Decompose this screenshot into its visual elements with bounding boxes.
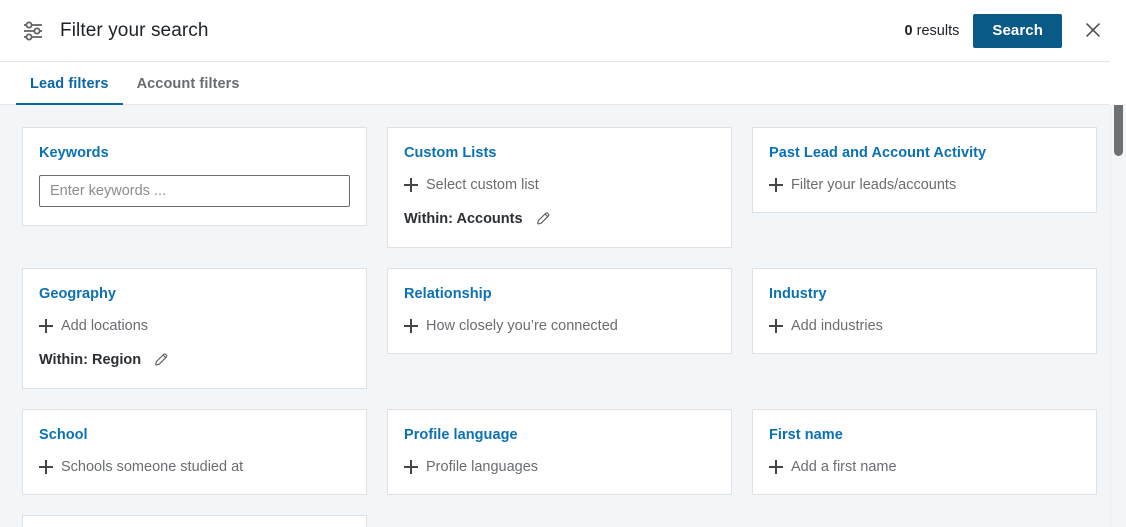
filter-action-label: Add industries: [791, 318, 883, 334]
relationship-action[interactable]: How closely you’re connected: [404, 318, 715, 334]
edit-within-button[interactable]: [151, 350, 171, 370]
results-count-label: results: [912, 23, 960, 39]
add-locations-action[interactable]: Add locations: [39, 318, 350, 334]
schools-action[interactable]: Schools someone studied at: [39, 459, 350, 475]
filter-card-title[interactable]: First name: [769, 427, 843, 443]
filter-card-past-lead-and-account-activity[interactable]: Past Lead and Account Activity Filter yo…: [752, 127, 1097, 213]
filter-tabs: Lead filters Account filters: [0, 62, 1126, 105]
filter-action-label: Select custom list: [426, 177, 539, 193]
filter-card-relationship[interactable]: Relationship How closely you’re connecte…: [387, 268, 732, 354]
within-label: Within: Region: [39, 352, 142, 368]
filter-card-title[interactable]: Industry: [769, 286, 827, 302]
add-first-name-action[interactable]: Add a first name: [769, 459, 1080, 475]
plus-icon: [769, 460, 783, 474]
pencil-icon: [535, 210, 551, 229]
plus-icon: [404, 460, 418, 474]
tab-account-filters[interactable]: Account filters: [123, 62, 254, 105]
filter-card-title[interactable]: Relationship: [404, 286, 492, 302]
filter-leads-accounts-action[interactable]: Filter your leads/accounts: [769, 177, 1080, 193]
filter-card-keywords[interactable]: Keywords: [22, 127, 367, 226]
plus-icon: [39, 460, 53, 474]
close-button[interactable]: [1078, 16, 1108, 46]
filter-search-panel: Filter your search 0 results Search Lead…: [0, 0, 1126, 527]
filter-action-label: Add a first name: [791, 459, 897, 475]
edit-within-button[interactable]: [533, 209, 553, 229]
filter-card-geography[interactable]: Geography Add locations Within: Region: [22, 268, 367, 389]
filters-scroll-region: Keywords Custom Lists Select custom list…: [0, 105, 1126, 527]
filter-card-profile-language[interactable]: Profile language Profile languages: [387, 409, 732, 495]
add-industries-action[interactable]: Add industries: [769, 318, 1080, 334]
profile-languages-action[interactable]: Profile languages: [404, 459, 715, 475]
vertical-scrollbar-track[interactable]: [1110, 0, 1126, 527]
panel-header: Filter your search 0 results Search: [0, 0, 1126, 62]
keywords-input[interactable]: [39, 175, 350, 207]
filter-card-industry[interactable]: Industry Add industries: [752, 268, 1097, 354]
page-title: Filter your search: [60, 20, 209, 41]
filter-action-label: Filter your leads/accounts: [791, 177, 957, 193]
tab-lead-filters[interactable]: Lead filters: [16, 62, 123, 105]
within-label: Within: Accounts: [404, 211, 523, 227]
results-count-number: 0: [904, 23, 913, 39]
sliders-filter-icon: [20, 18, 46, 44]
filter-card-title[interactable]: Keywords: [39, 145, 109, 161]
filter-card-title[interactable]: Custom Lists: [404, 145, 496, 161]
filter-card-first-name[interactable]: First name Add a first name: [752, 409, 1097, 495]
plus-icon: [769, 319, 783, 333]
plus-icon: [39, 319, 53, 333]
pencil-icon: [153, 351, 169, 370]
filter-action-label: Schools someone studied at: [61, 459, 244, 475]
plus-icon: [404, 319, 418, 333]
vertical-scrollbar-thumb[interactable]: [1114, 14, 1123, 156]
within-row: Within: Region: [39, 350, 350, 370]
filter-card-title[interactable]: School: [39, 427, 88, 443]
select-custom-list-action[interactable]: Select custom list: [404, 177, 715, 193]
filter-card-school[interactable]: School Schools someone studied at: [22, 409, 367, 495]
filter-card-title[interactable]: Geography: [39, 286, 116, 302]
within-row: Within: Accounts: [404, 209, 715, 229]
filter-card-title[interactable]: Profile language: [404, 427, 518, 443]
filter-action-label: Add locations: [61, 318, 149, 334]
plus-icon: [769, 178, 783, 192]
filter-action-label: Profile languages: [426, 459, 539, 475]
filter-card-grid: Keywords Custom Lists Select custom list…: [0, 105, 1126, 527]
header-actions: 0 results Search: [905, 14, 1108, 48]
filter-card-title[interactable]: Past Lead and Account Activity: [769, 145, 986, 161]
search-button[interactable]: Search: [973, 14, 1062, 48]
close-icon: [1082, 19, 1104, 44]
filter-card-custom-lists[interactable]: Custom Lists Select custom list Within: …: [387, 127, 732, 248]
filters-body: Keywords Custom Lists Select custom list…: [0, 105, 1126, 527]
plus-icon: [404, 178, 418, 192]
results-count: 0 results: [905, 23, 960, 39]
filter-action-label: How closely you’re connected: [426, 318, 618, 334]
filter-card-last-name[interactable]: Last name Add a last name: [22, 515, 367, 527]
